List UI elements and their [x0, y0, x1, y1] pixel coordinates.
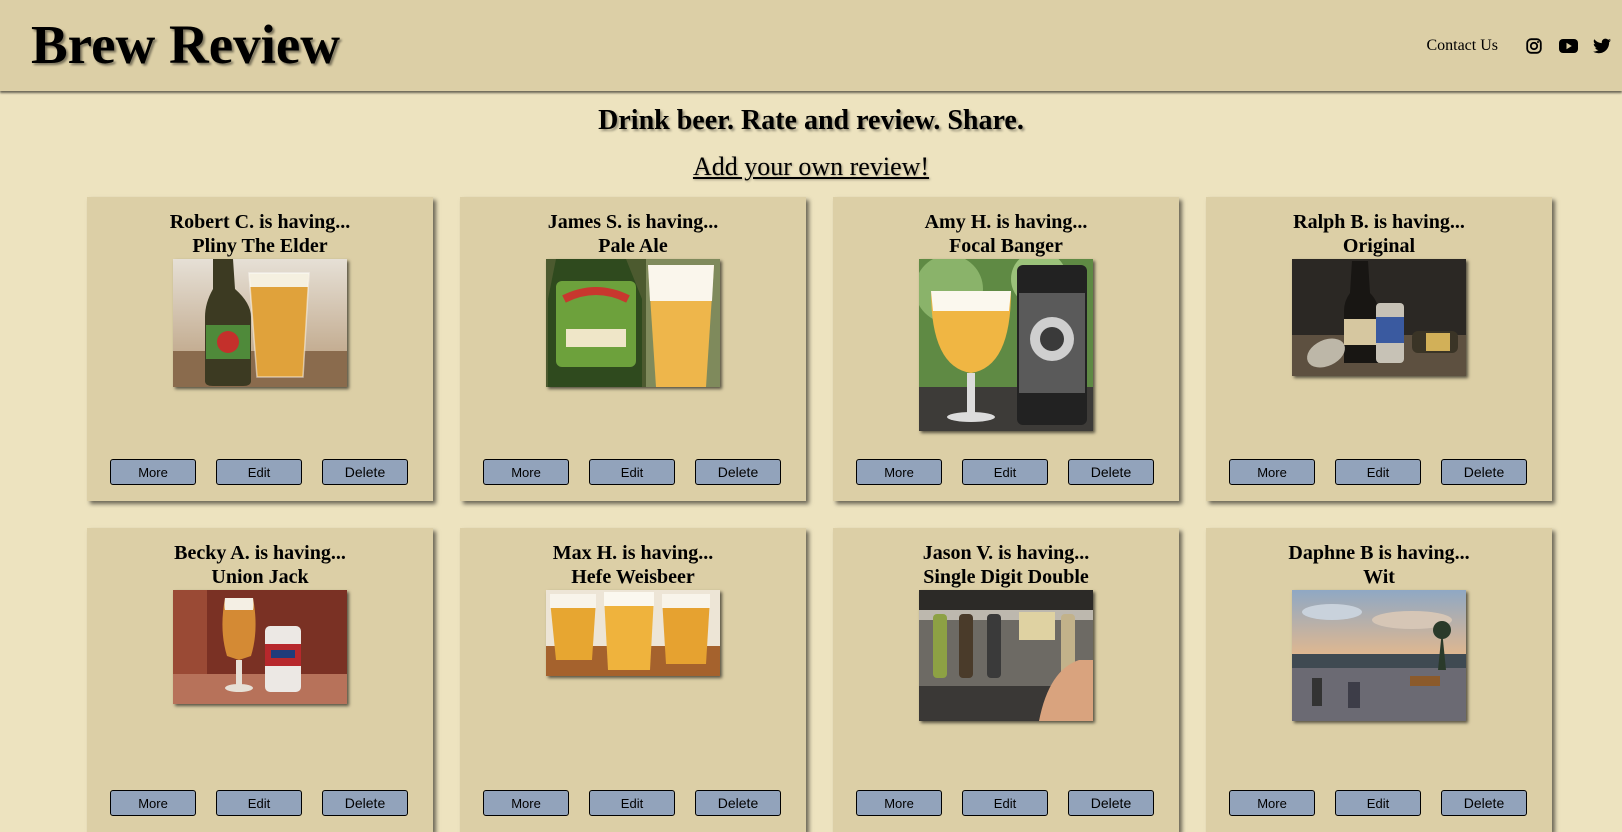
- reviewer-name: Ralph B. is having...: [1293, 211, 1465, 233]
- instagram-icon[interactable]: [1524, 36, 1544, 56]
- review-card: Jason V. is having... Single Digit Doubl…: [833, 528, 1179, 832]
- beer-photo: [546, 259, 720, 387]
- reviewer-name: Daphne B is having...: [1288, 542, 1470, 564]
- reviewer-name: James S. is having...: [547, 211, 719, 233]
- review-card: Amy H. is having... Focal Banger More Ed…: [833, 197, 1179, 501]
- beer-name: Single Digit Double: [923, 566, 1089, 588]
- reviewer-name: Becky A. is having...: [174, 542, 346, 564]
- reviewer-name: Max H. is having...: [552, 542, 714, 564]
- review-card: Becky A. is having... Union Jack More Ed…: [87, 528, 433, 832]
- beer-photo: [173, 590, 347, 704]
- delete-button[interactable]: Delete: [1441, 459, 1527, 485]
- site-logo[interactable]: Brew Review: [31, 10, 340, 80]
- delete-button[interactable]: Delete: [1068, 459, 1154, 485]
- beer-name: Focal Banger: [949, 235, 1063, 257]
- delete-button[interactable]: Delete: [695, 790, 781, 816]
- card-actions: More Edit Delete: [483, 459, 781, 485]
- more-button[interactable]: More: [1229, 790, 1315, 816]
- beer-name: Original: [1342, 235, 1416, 257]
- contact-us-link[interactable]: Contact Us: [1426, 34, 1498, 58]
- add-review-container: Add your own review!: [0, 149, 1622, 185]
- beer-photo: [919, 259, 1093, 431]
- delete-button[interactable]: Delete: [322, 790, 408, 816]
- reviewer-name: Jason V. is having...: [922, 542, 1090, 564]
- more-button[interactable]: More: [483, 790, 569, 816]
- card-actions: More Edit Delete: [856, 790, 1154, 816]
- beer-name: Pliny The Elder: [192, 235, 328, 257]
- beer-name: Union Jack: [211, 566, 309, 588]
- review-card: Daphne B is having... Wit More Edit Dele…: [1206, 528, 1552, 832]
- header-nav: Contact Us: [1426, 34, 1612, 58]
- card-actions: More Edit Delete: [856, 459, 1154, 485]
- delete-button[interactable]: Delete: [322, 459, 408, 485]
- card-actions: More Edit Delete: [1229, 790, 1527, 816]
- youtube-icon[interactable]: [1558, 36, 1578, 56]
- more-button[interactable]: More: [1229, 459, 1315, 485]
- card-actions: More Edit Delete: [1229, 459, 1527, 485]
- beer-name: Hefe Weisbeer: [571, 566, 695, 588]
- card-actions: More Edit Delete: [110, 459, 408, 485]
- page-tagline: Drink beer. Rate and review. Share.: [598, 105, 1024, 136]
- reviewer-name: Robert C. is having...: [169, 211, 351, 233]
- beer-photo: [546, 590, 720, 676]
- beer-photo: [919, 590, 1093, 721]
- beer-photo: [173, 259, 347, 387]
- edit-button[interactable]: Edit: [589, 459, 675, 485]
- site-header: Brew Review Contact Us: [0, 0, 1622, 91]
- review-grid: Robert C. is having... Pliny The Elder M…: [87, 197, 1552, 832]
- edit-button[interactable]: Edit: [1335, 790, 1421, 816]
- edit-button[interactable]: Edit: [962, 790, 1048, 816]
- twitter-icon[interactable]: [1592, 36, 1612, 56]
- beer-name: Pale Ale: [598, 235, 668, 257]
- edit-button[interactable]: Edit: [216, 459, 302, 485]
- beer-name: Wit: [1363, 566, 1395, 588]
- edit-button[interactable]: Edit: [216, 790, 302, 816]
- review-card: Ralph B. is having... Original More Edit…: [1206, 197, 1552, 501]
- card-actions: More Edit Delete: [483, 790, 781, 816]
- add-review-link[interactable]: Add your own review!: [693, 152, 929, 181]
- review-card: James S. is having... Pale Ale More Edit…: [460, 197, 806, 501]
- edit-button[interactable]: Edit: [589, 790, 675, 816]
- edit-button[interactable]: Edit: [962, 459, 1048, 485]
- beer-photo: [1292, 590, 1466, 721]
- delete-button[interactable]: Delete: [1441, 790, 1527, 816]
- more-button[interactable]: More: [856, 459, 942, 485]
- more-button[interactable]: More: [856, 790, 942, 816]
- more-button[interactable]: More: [110, 790, 196, 816]
- more-button[interactable]: More: [483, 459, 569, 485]
- card-actions: More Edit Delete: [110, 790, 408, 816]
- beer-photo: [1292, 259, 1466, 376]
- delete-button[interactable]: Delete: [1068, 790, 1154, 816]
- edit-button[interactable]: Edit: [1335, 459, 1421, 485]
- review-card: Robert C. is having... Pliny The Elder M…: [87, 197, 433, 501]
- more-button[interactable]: More: [110, 459, 196, 485]
- delete-button[interactable]: Delete: [695, 459, 781, 485]
- reviewer-name: Amy H. is having...: [924, 211, 1088, 233]
- review-card: Max H. is having... Hefe Weisbeer More E…: [460, 528, 806, 832]
